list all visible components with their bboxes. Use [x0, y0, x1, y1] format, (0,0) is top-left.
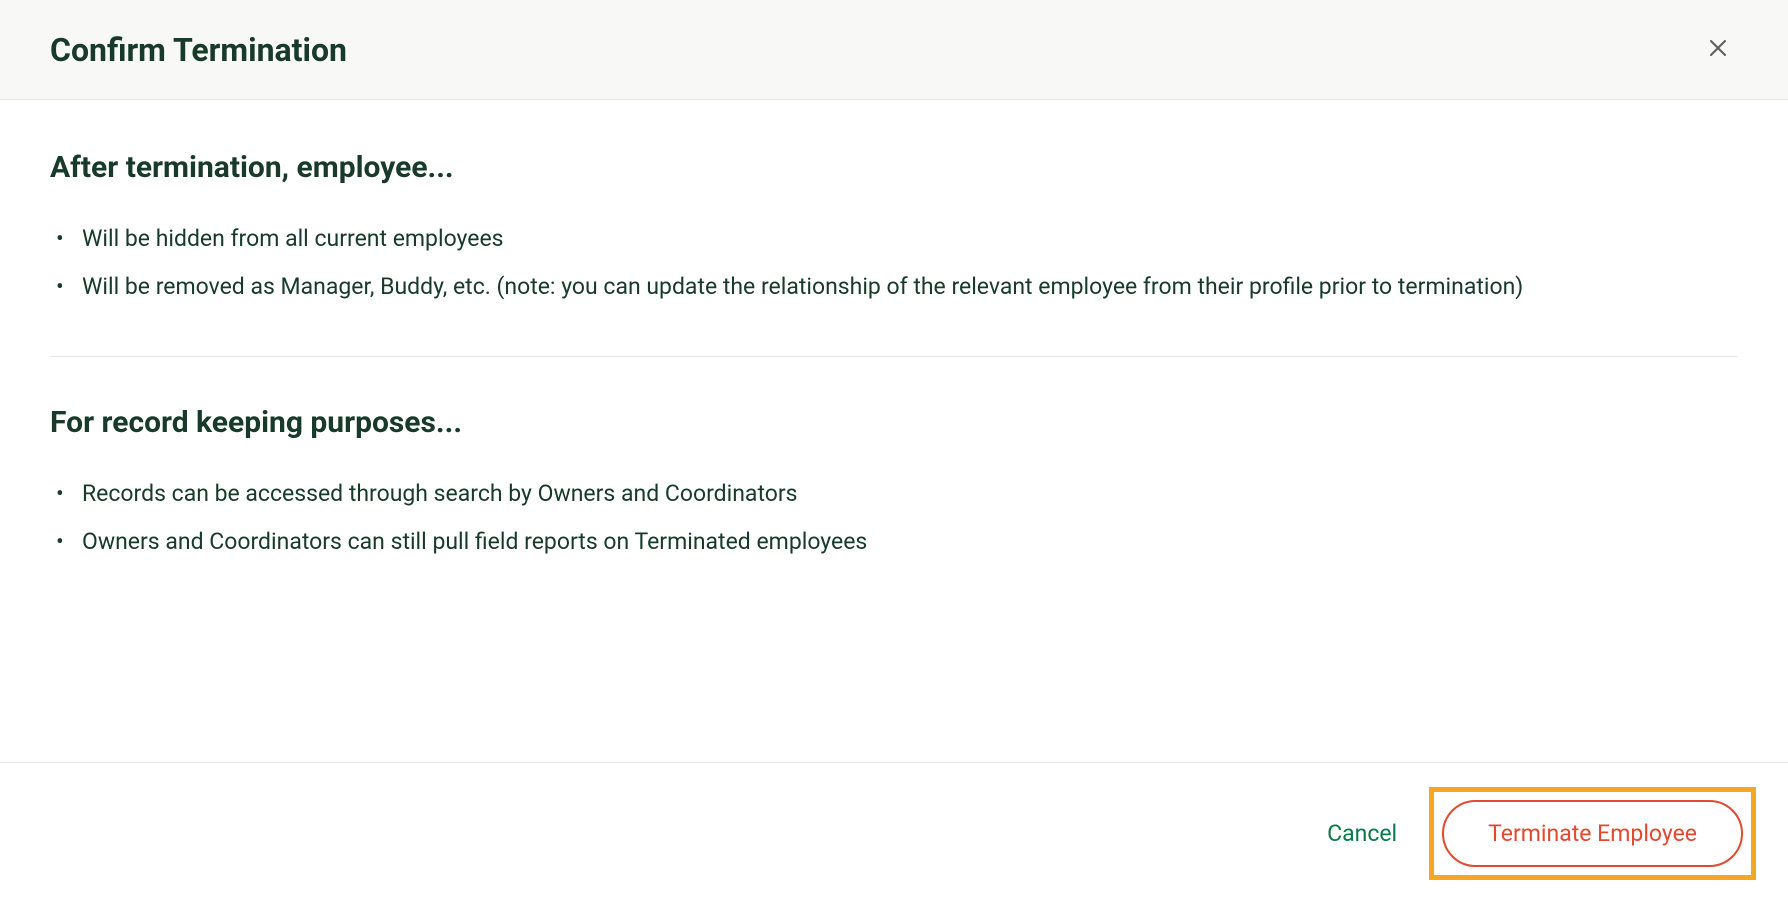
- modal-footer: Cancel Terminate Employee: [0, 762, 1788, 904]
- modal-header: Confirm Termination: [0, 0, 1788, 100]
- record-keeping-list: Records can be accessed through search b…: [50, 472, 1738, 563]
- close-button[interactable]: [1698, 28, 1738, 71]
- close-icon: [1706, 36, 1730, 63]
- list-item: Will be hidden from all current employee…: [50, 217, 1738, 261]
- list-item: Will be removed as Manager, Buddy, etc. …: [50, 265, 1738, 309]
- after-termination-list: Will be hidden from all current employee…: [50, 217, 1738, 308]
- modal-title: Confirm Termination: [50, 31, 347, 69]
- terminate-employee-button[interactable]: Terminate Employee: [1442, 800, 1743, 867]
- modal-body: After termination, employee... Will be h…: [0, 100, 1788, 618]
- list-item: Owners and Coordinators can still pull f…: [50, 520, 1738, 564]
- list-item: Records can be accessed through search b…: [50, 472, 1738, 516]
- cancel-button[interactable]: Cancel: [1323, 808, 1401, 859]
- section-after-termination-title: After termination, employee...: [50, 150, 1738, 185]
- section-divider: [50, 356, 1738, 357]
- section-record-keeping-title: For record keeping purposes...: [50, 405, 1738, 440]
- highlight-annotation: Terminate Employee: [1429, 787, 1756, 880]
